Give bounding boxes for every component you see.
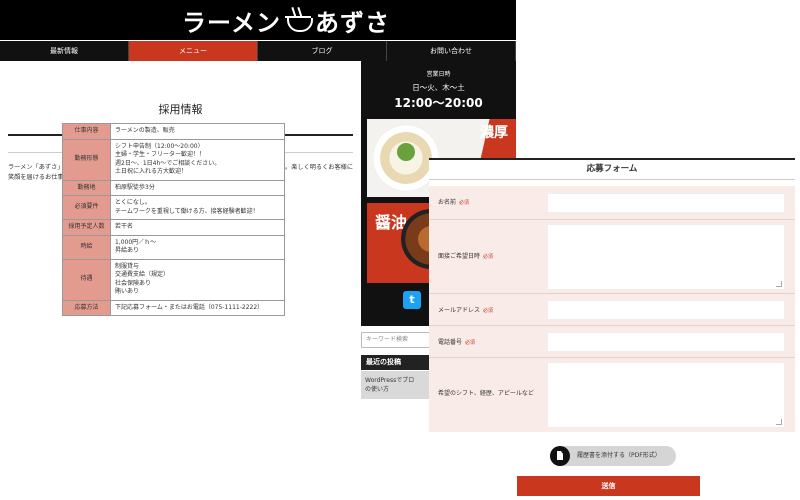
table-row: 採用予定人数 若干名 xyxy=(62,219,285,236)
form-title: 応募フォーム xyxy=(429,158,795,180)
nav-item-contact[interactable]: お問い合わせ xyxy=(387,41,516,61)
job-details-table: 仕事内容 ラーメンの製造、販売 勤務形態 シフト申告制（12:00〜20:00）… xyxy=(62,123,285,316)
field-row-shift-career: 希望のシフト、経歴、アピールなど xyxy=(429,358,795,432)
field-label: 希望のシフト、経歴、アピールなど xyxy=(438,390,534,397)
nav-item-blog[interactable]: ブログ xyxy=(258,41,387,61)
field-row-email: メールアドレス 必須 xyxy=(429,294,795,326)
table-key: 仕事内容 xyxy=(62,123,111,140)
field-label: お名前 必須 xyxy=(438,199,470,206)
table-key: 勤務地 xyxy=(62,179,111,196)
field-label: メールアドレス 必須 xyxy=(438,307,494,314)
submit-button[interactable]: 送信 xyxy=(517,476,700,496)
table-value: 1,000円／ｈ〜 昇給あり xyxy=(110,234,285,260)
hours-days: 日〜火、木〜土 xyxy=(412,83,465,92)
main-nav: 最新情報 メニュー ブログ お問い合わせ xyxy=(0,41,516,61)
required-badge: 必須 xyxy=(465,340,476,346)
table-row: 必須要件 とくになし。 チームワークを重視して働ける方、接客経験者歓迎！ xyxy=(62,195,285,220)
shift-career-textarea[interactable] xyxy=(547,362,785,428)
interview-date-textarea[interactable] xyxy=(547,224,785,290)
table-row: 待遇 制服貸与 交通費支給（規定） 社会保険あり 賄いあり xyxy=(62,258,285,301)
file-icon xyxy=(550,446,570,466)
attach-resume-label: 履歴書を添付する（PDF形式） xyxy=(577,452,661,459)
table-row: 仕事内容 ラーメンの製造、販売 xyxy=(62,123,285,140)
table-key: 応募方法 xyxy=(62,299,111,316)
twitter-icon[interactable]: t xyxy=(403,291,421,309)
nav-item-news[interactable]: 最新情報 xyxy=(0,41,129,61)
resize-handle-icon[interactable] xyxy=(776,419,782,425)
table-value: 柏原駅徒歩3分 xyxy=(110,179,285,196)
table-row: 時給 1,000円／ｈ〜 昇給あり xyxy=(62,234,285,260)
name-input[interactable] xyxy=(547,193,785,213)
table-value: 若干名 xyxy=(110,219,285,236)
table-value: 下記応募フォーム・またはお電話（075-1111-2222） xyxy=(110,299,285,316)
table-key: 勤務形態 xyxy=(62,138,111,181)
required-badge: 必須 xyxy=(483,308,494,314)
required-badge: 必須 xyxy=(459,200,470,206)
required-badge: 必須 xyxy=(483,254,494,260)
phone-input[interactable] xyxy=(547,332,785,352)
table-value: シフト申告制（12:00〜20:00） 主婦・学生・フリーター歓迎！！ 週2日〜… xyxy=(110,138,285,181)
field-label: 電話番号 必須 xyxy=(438,339,476,346)
table-value: 制服貸与 交通費支給（規定） 社会保険あり 賄いあり xyxy=(110,258,285,301)
field-row-phone: 電話番号 必須 xyxy=(429,326,795,358)
site-header: ラーメン あずさ xyxy=(0,0,516,40)
ramen-topping xyxy=(397,143,415,161)
table-key: 必須要件 xyxy=(62,195,111,220)
hours-label: 営業日時 xyxy=(426,71,451,78)
promo-banner-text: 濃厚 xyxy=(480,125,508,141)
email-input[interactable] xyxy=(547,300,785,320)
field-row-interview-date: 面接ご希望日時 必須 xyxy=(429,220,795,294)
field-label: 面接ご希望日時 必須 xyxy=(438,253,494,260)
hours-time: 12:00〜20:00 xyxy=(394,96,483,110)
attach-resume-button[interactable]: 履歴書を添付する（PDF形式） xyxy=(550,446,676,466)
page-title: 採用情報 xyxy=(158,103,203,116)
site-logo[interactable]: ラーメン あずさ xyxy=(182,3,390,37)
table-value: ラーメンの製造、販売 xyxy=(110,123,285,140)
form-body: お名前 必須 面接ご希望日時 必須 メールアドレス 必須 電話番号 必須 希望の… xyxy=(429,186,795,432)
resize-handle-icon[interactable] xyxy=(776,281,782,287)
field-row-name: お名前 必須 xyxy=(429,186,795,220)
nav-item-menu[interactable]: メニュー xyxy=(129,41,258,61)
table-row: 応募方法 下記応募フォーム・またはお電話（075-1111-2222） xyxy=(62,299,285,316)
table-key: 時給 xyxy=(62,234,111,260)
table-value: とくになし。 チームワークを重視して働ける方、接客経験者歓迎！ xyxy=(110,195,285,220)
table-key: 待遇 xyxy=(62,258,111,301)
ramen-bowl-icon xyxy=(285,6,314,33)
logo-text-left: ラーメン xyxy=(182,7,282,37)
application-form-window: 応募フォーム お名前 必須 面接ご希望日時 必須 メールアドレス 必須 電話番号… xyxy=(429,158,795,500)
table-row: 勤務地 柏原駅徒歩3分 xyxy=(62,179,285,196)
logo-text-right: あずさ xyxy=(315,7,391,37)
table-key: 採用予定人数 xyxy=(62,219,111,236)
table-row: 勤務形態 シフト申告制（12:00〜20:00） 主婦・学生・フリーター歓迎！！… xyxy=(62,138,285,181)
